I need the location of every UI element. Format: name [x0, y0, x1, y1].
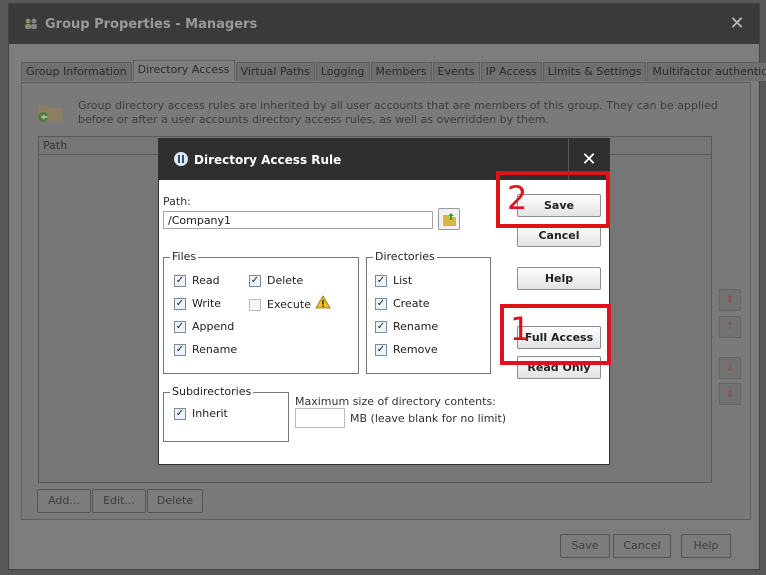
file-rename-check-icon: ✓: [174, 343, 186, 356]
execute-unchecked-box: [249, 298, 261, 311]
max-size-label: Maximum size of directory contents:: [295, 395, 496, 408]
window-title: Group Properties - Managers: [45, 17, 258, 32]
tab-group-information[interactable]: Group Information: [21, 62, 132, 81]
execute-checkbox[interactable]: Execute: [249, 294, 331, 311]
dialog-app-icon: [174, 152, 188, 166]
max-size-input[interactable]: [295, 408, 345, 428]
dir-rename-check-icon: ✓: [375, 320, 387, 333]
path-label: Path:: [163, 195, 191, 208]
inherit-checkbox[interactable]: ✓ Inherit: [174, 407, 228, 420]
directories-legend: Directories: [373, 250, 437, 263]
add-rule-button[interactable]: Add...: [37, 489, 91, 513]
move-up-icon[interactable]: ↑: [719, 316, 741, 338]
move-top-icon[interactable]: ⇞: [719, 289, 741, 311]
append-check-icon: ✓: [174, 320, 186, 333]
write-checkbox[interactable]: ✓ Write: [174, 297, 221, 310]
tab-limits-settings[interactable]: Limits & Settings: [542, 62, 647, 81]
cancel-button[interactable]: Cancel: [613, 534, 671, 558]
annotation-number-2: 2: [507, 179, 528, 217]
files-group: Files ✓ Read ✓ Write ✓ Append ✓ Rename ✓…: [163, 250, 359, 374]
tab-events[interactable]: Events: [432, 62, 480, 81]
list-checkbox[interactable]: ✓ List: [375, 274, 412, 287]
inherit-check-icon: ✓: [174, 407, 186, 420]
append-checkbox[interactable]: ✓ Append: [174, 320, 234, 333]
tab-bar: Group Information Directory Access Virtu…: [21, 60, 766, 82]
move-bottom-icon[interactable]: ⇟: [719, 383, 741, 405]
warning-icon: [315, 294, 331, 308]
read-check-icon: ✓: [174, 274, 186, 287]
help-button[interactable]: Help: [681, 534, 731, 558]
write-check-icon: ✓: [174, 297, 186, 310]
folder-icon: [38, 105, 62, 122]
tab-directory-access[interactable]: Directory Access: [132, 60, 235, 81]
save-button[interactable]: Save: [560, 534, 610, 558]
create-checkbox[interactable]: ✓ Create: [375, 297, 430, 310]
dialog-title: Directory Access Rule: [194, 153, 342, 167]
create-check-icon: ✓: [375, 297, 387, 310]
edit-rule-button[interactable]: Edit...: [92, 489, 146, 513]
list-check-icon: ✓: [375, 274, 387, 287]
window-close-icon[interactable]: ✕: [727, 14, 747, 34]
tab-logging[interactable]: Logging: [315, 62, 370, 81]
subdirectories-group: Subdirectories ✓ Inherit: [163, 385, 289, 442]
move-down-icon[interactable]: ↓: [719, 357, 741, 379]
files-legend: Files: [170, 250, 199, 263]
dir-rename-checkbox[interactable]: ✓ Rename: [375, 320, 438, 333]
delete-checkbox[interactable]: ✓ Delete: [249, 274, 303, 287]
info-text: Group directory access rules are inherit…: [78, 99, 718, 126]
max-size-unit: MB (leave blank for no limit): [350, 412, 507, 425]
read-checkbox[interactable]: ✓ Read: [174, 274, 220, 287]
tab-ip-access[interactable]: IP Access: [480, 62, 542, 81]
column-header-path: Path: [43, 139, 68, 152]
delete-check-icon: ✓: [249, 274, 261, 287]
tab-members[interactable]: Members: [370, 62, 432, 81]
tab-multifactor-authentication[interactable]: Multifactor authentication: [647, 62, 766, 81]
path-input[interactable]: [163, 211, 433, 229]
subdirectories-legend: Subdirectories: [170, 385, 254, 398]
delete-rule-button[interactable]: Delete: [147, 489, 203, 513]
directories-group: Directories ✓ List ✓ Create ✓ Rename ✓ R…: [366, 250, 491, 374]
browse-folder-icon: [443, 213, 456, 226]
tab-virtual-paths[interactable]: Virtual Paths: [235, 62, 315, 81]
remove-check-icon: ✓: [375, 343, 387, 356]
window-title-bar: Group Properties - Managers: [9, 4, 759, 44]
file-rename-checkbox[interactable]: ✓ Rename: [174, 343, 237, 356]
remove-checkbox[interactable]: ✓ Remove: [375, 343, 438, 356]
annotation-number-1: 1: [510, 310, 531, 348]
dialog-help-button[interactable]: Help: [517, 267, 601, 290]
group-icon: [25, 18, 37, 29]
browse-folder-button[interactable]: [438, 208, 460, 230]
